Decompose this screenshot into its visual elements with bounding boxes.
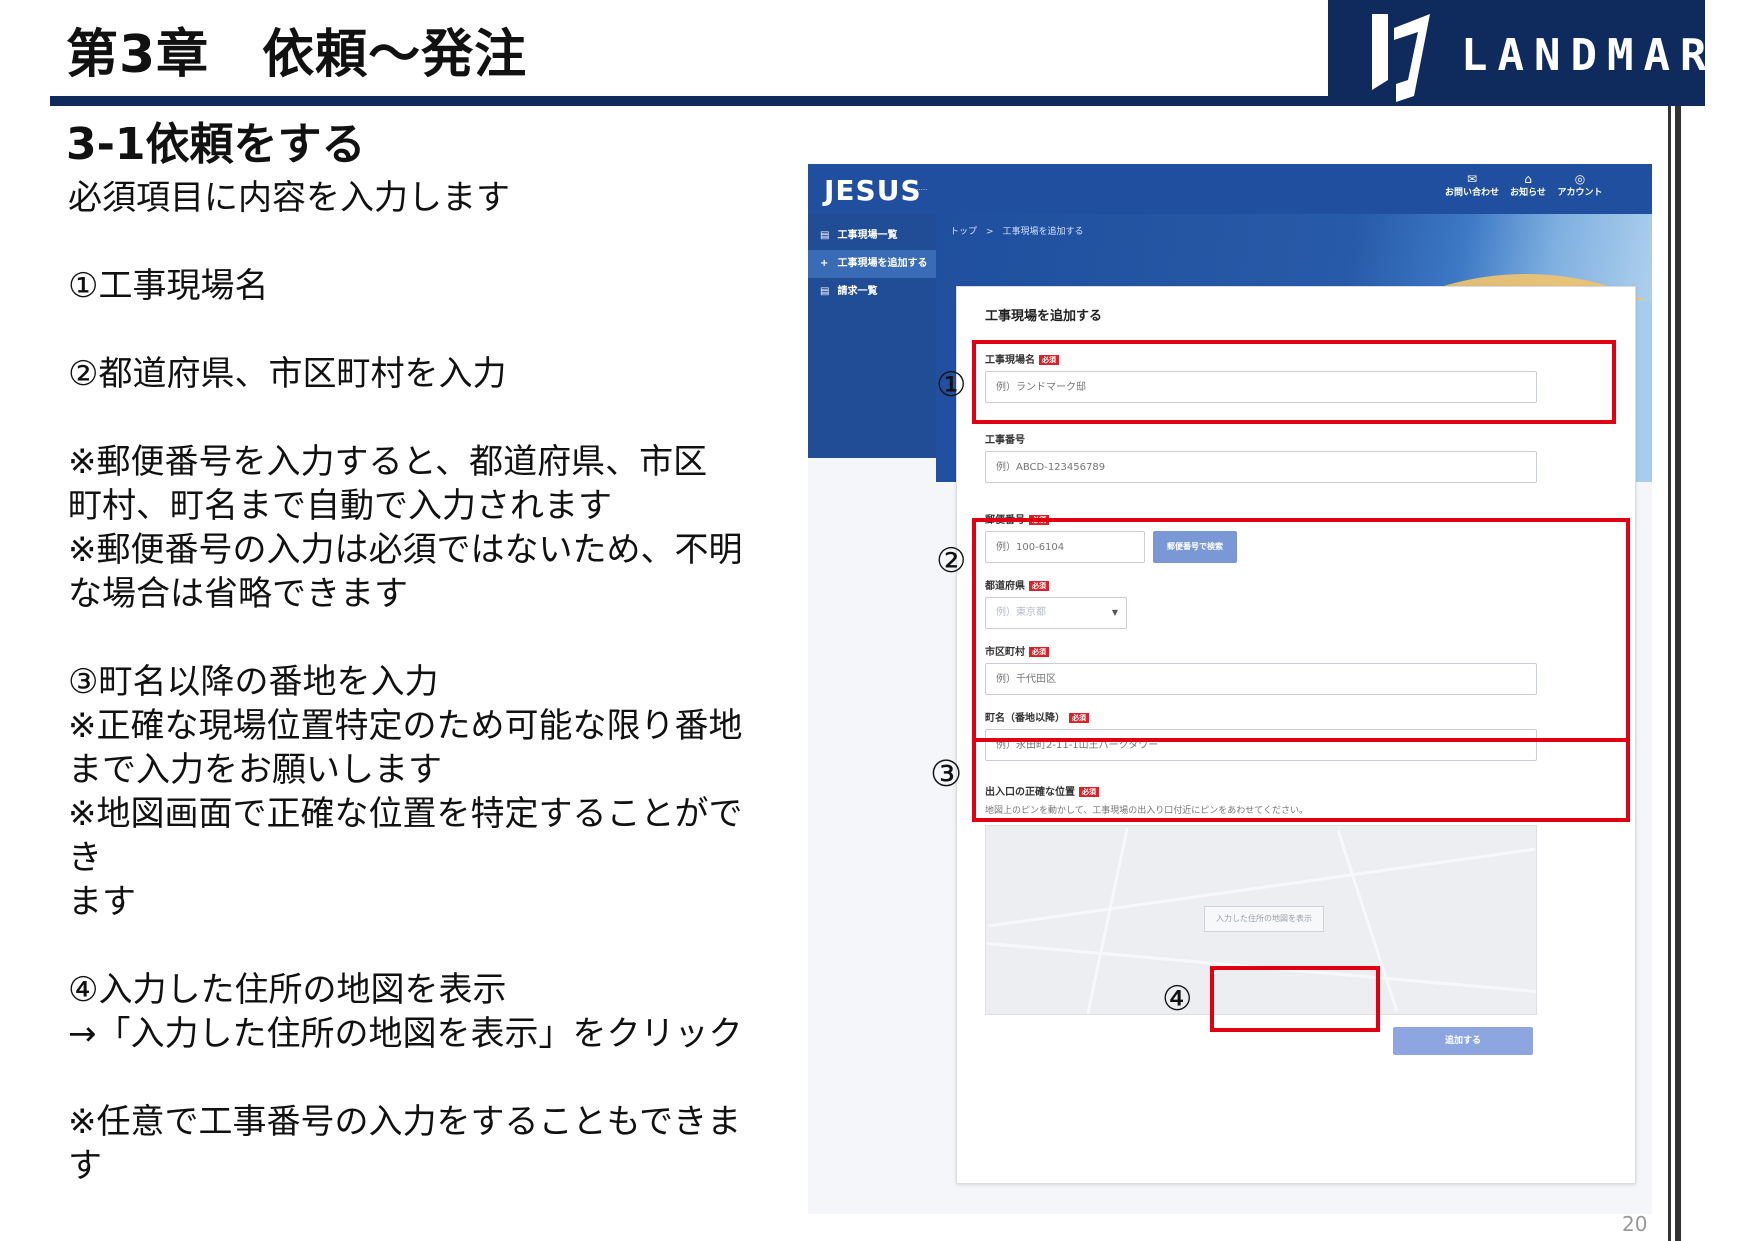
project-number-label: 工事番号 bbox=[985, 435, 1025, 446]
breadcrumb[interactable]: トップ > 工事現場を追加する bbox=[950, 224, 1084, 237]
add-site-button[interactable]: 追加する bbox=[1393, 1027, 1533, 1055]
callout-number-3: ③ bbox=[930, 754, 963, 795]
app-sidebar: ▤ 工事現場一覧 + 工事現場を追加する ▤ 請求一覧 bbox=[808, 214, 936, 458]
instruction-line: ※正確な現場位置特定のため可能な限り番地 bbox=[68, 706, 743, 746]
bell-icon: ⌂ bbox=[1524, 172, 1532, 186]
instruction-line: →「入力した住所の地図を表示」をクリック bbox=[68, 1014, 743, 1054]
instruction-line: 町村、町名まで自動で入力されます bbox=[68, 486, 612, 526]
logo: LANDMARK bbox=[1328, 0, 1743, 106]
callout-number-4: ④ bbox=[1162, 979, 1193, 1019]
show-map-button[interactable]: 入力した住所の地図を表示 bbox=[1204, 906, 1324, 932]
list-icon: ▤ bbox=[820, 230, 830, 241]
callout-number-2: ② bbox=[936, 541, 967, 581]
instruction-line: ②都道府県、市区町村を入力 bbox=[68, 354, 507, 394]
chapter-title: 第3章 依頼〜発注 bbox=[66, 25, 528, 85]
instruction-line: ます bbox=[68, 882, 136, 922]
instruction-line: ※郵便番号の入力は必須ではないため、不明 bbox=[68, 530, 743, 570]
callout-box-1 bbox=[972, 340, 1616, 424]
instruction-line: 必須項目に内容を入力します bbox=[68, 178, 510, 218]
mail-icon: ✉ bbox=[1466, 172, 1478, 186]
instruction-line: ①工事現場名 bbox=[68, 266, 269, 306]
nav-account[interactable]: ◎ アカウント bbox=[1550, 172, 1610, 200]
page-number: 20 bbox=[1622, 1212, 1648, 1236]
account-icon: ◎ bbox=[1574, 172, 1586, 186]
instruction-line: まで入力をお願いします bbox=[68, 750, 442, 790]
callout-box-3 bbox=[972, 738, 1630, 822]
app-brand[interactable]: JESUS bbox=[824, 174, 922, 207]
callout-box-2 bbox=[972, 518, 1630, 742]
map-road bbox=[1086, 827, 1129, 1014]
instruction-line: ※任意で工事番号の入力をすることもできます bbox=[68, 1102, 742, 1186]
plus-icon: + bbox=[820, 258, 829, 269]
logo-text: LANDMARK bbox=[1461, 30, 1753, 81]
app-header: JESUS ······ ✉ お問い合わせ ⌂ お知らせ ◎ アカウント bbox=[808, 164, 1652, 214]
project-number-input[interactable] bbox=[985, 451, 1537, 483]
section-title: 3-1依頼をする bbox=[66, 119, 366, 170]
sidebar-item-invoices[interactable]: ▤ 請求一覧 bbox=[808, 278, 936, 306]
right-border-line bbox=[1668, 106, 1671, 1241]
nav-notifications[interactable]: ⌂ お知らせ bbox=[1498, 172, 1558, 200]
callout-number-1: ① bbox=[936, 365, 967, 405]
sidebar-item-add-site[interactable]: + 工事現場を追加する bbox=[808, 250, 936, 278]
instruction-line: な場合は省略できます bbox=[68, 574, 408, 614]
landmark-logo-icon bbox=[1372, 14, 1430, 102]
instruction-line: ※地図画面で正確な位置を特定することができ bbox=[68, 794, 743, 878]
sidebar-item-site-list[interactable]: ▤ 工事現場一覧 bbox=[808, 222, 936, 250]
nav-contact[interactable]: ✉ お問い合わせ bbox=[1442, 172, 1502, 200]
right-border-line-thick bbox=[1675, 106, 1681, 1241]
callout-box-4 bbox=[1210, 966, 1380, 1032]
app-brand-sub: ······ bbox=[914, 186, 928, 194]
instruction-line: ③町名以降の番地を入力 bbox=[68, 662, 439, 702]
instruction-line: ※郵便番号を入力すると、都道府県、市区 bbox=[68, 442, 708, 482]
instruction-text: 必須項目に内容を入力します ①工事現場名 ②都道府県、市区町村を入力 ※郵便番号を入力… bbox=[68, 176, 768, 1188]
invoice-icon: ▤ bbox=[820, 286, 830, 297]
instruction-line: ④入力した住所の地図を表示 bbox=[68, 970, 507, 1010]
form-title: 工事現場を追加する bbox=[985, 309, 1103, 324]
